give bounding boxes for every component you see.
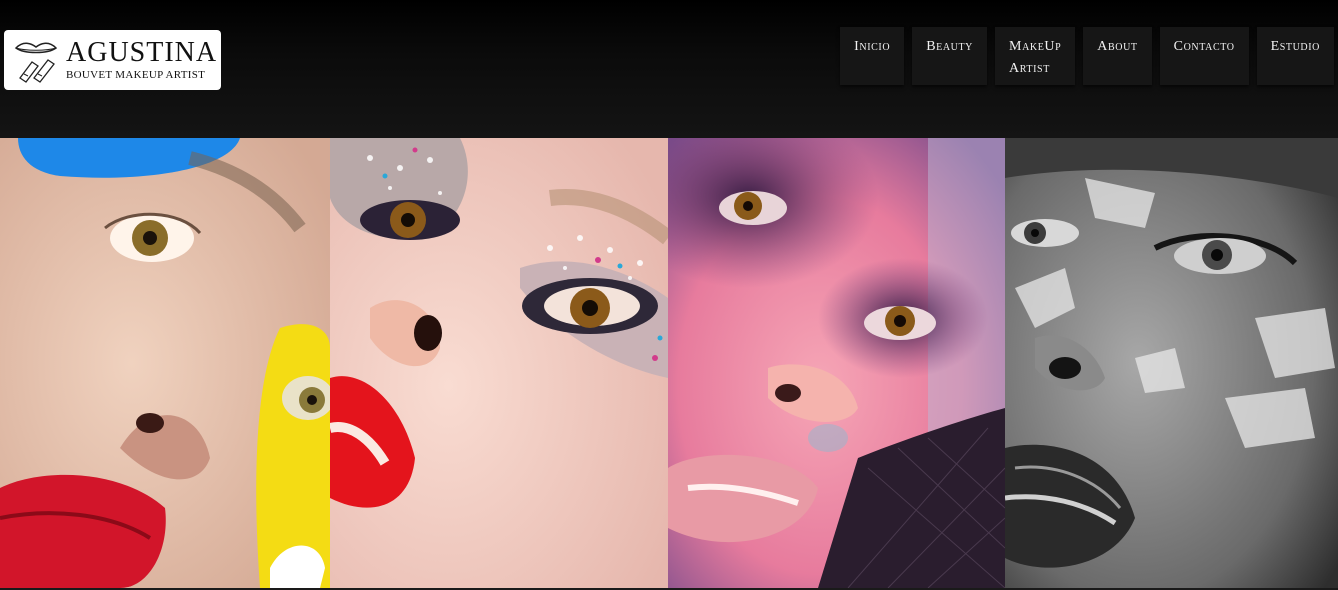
nav-item-label: MakeUp <box>1009 39 1062 54</box>
nav-item-inicio[interactable]: Inicio <box>840 27 905 85</box>
main-nav: Inicio Beauty MakeUp Artist About Contact… <box>840 27 1334 85</box>
photo-gallery <box>0 138 1338 588</box>
makeup-photo-image <box>0 138 330 588</box>
brand-subtitle: BOUVET MAKEUP ARTIST <box>66 69 206 81</box>
brand-title: AGUSTINA <box>66 37 218 68</box>
nav-item-label: Inicio <box>854 39 891 54</box>
gallery-photo-2[interactable] <box>330 138 668 588</box>
nav-item-about[interactable]: About <box>1083 27 1152 85</box>
site-header: AGUSTINA BOUVET MAKEUP ARTIST Inicio Bea… <box>0 0 1338 138</box>
lips-brush-icon <box>14 42 58 83</box>
nav-item-label-line2: Artist <box>1009 61 1050 76</box>
gallery-photo-3[interactable] <box>668 138 1005 588</box>
gallery-photo-4[interactable] <box>1005 138 1338 588</box>
nav-item-makeup-artist[interactable]: MakeUp Artist <box>995 27 1076 85</box>
nav-item-contacto[interactable]: Contacto <box>1159 27 1249 85</box>
makeup-photo-image <box>330 138 668 588</box>
makeup-photo-image <box>1005 138 1338 588</box>
nav-item-label: About <box>1097 39 1138 54</box>
nav-item-label: Beauty <box>926 39 974 54</box>
nav-item-beauty[interactable]: Beauty <box>912 27 988 85</box>
nav-item-label: Contacto <box>1173 39 1235 54</box>
nav-item-label: Estudio <box>1270 39 1320 54</box>
makeup-photo-image <box>668 138 1005 588</box>
nav-item-estudio[interactable]: Estudio <box>1256 27 1334 85</box>
gallery-photo-1[interactable] <box>0 138 330 588</box>
brand-logo[interactable]: AGUSTINA BOUVET MAKEUP ARTIST <box>4 30 221 90</box>
